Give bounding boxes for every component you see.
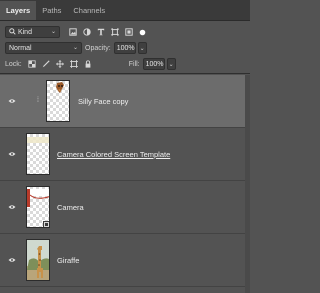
adjustment-filter-icon[interactable]: [82, 28, 91, 37]
lock-image-pixels-icon[interactable]: [42, 60, 51, 69]
filter-kind-dropdown[interactable]: Kind ⌄: [5, 26, 60, 38]
layer-list-scrollbar[interactable]: [245, 75, 250, 293]
layer-thumbnail[interactable]: [46, 80, 70, 122]
chevron-down-icon: ⌄: [50, 29, 56, 35]
visibility-eye-icon[interactable]: [8, 257, 16, 263]
lock-artboard-icon[interactable]: [70, 60, 79, 69]
visibility-eye-icon[interactable]: [8, 204, 16, 210]
lock-label: Lock:: [5, 60, 22, 68]
blend-mode-value: Normal: [9, 45, 32, 52]
layer-name[interactable]: Camera: [57, 203, 84, 212]
opacity-chevron-icon[interactable]: ⌄: [137, 42, 147, 54]
divider: [0, 73, 250, 74]
opacity-input[interactable]: 100%: [113, 42, 136, 54]
tab-layers[interactable]: Layers: [0, 1, 37, 20]
blend-row: Normal ⌄ Opacity: 100% ⌄: [0, 40, 250, 56]
blend-mode-dropdown[interactable]: Normal ⌄: [5, 42, 82, 54]
panel-tab-bar: Layers Paths Channels: [0, 0, 250, 21]
layer-thumbnail[interactable]: [26, 186, 50, 228]
tab-paths[interactable]: Paths: [36, 1, 67, 20]
visibility-eye-icon[interactable]: [8, 98, 16, 104]
link-chain-icon: ⁞: [37, 97, 39, 104]
tab-channels[interactable]: Channels: [67, 1, 111, 20]
layer-name[interactable]: Camera Colored Screen Template: [57, 150, 170, 159]
layer-row-camera[interactable]: Camera: [0, 181, 245, 234]
fill-chevron-icon[interactable]: ⌄: [166, 58, 176, 70]
search-icon: [9, 28, 18, 36]
layer-row-giraffe[interactable]: Giraffe: [0, 234, 245, 287]
lock-all-icon[interactable]: [84, 60, 93, 69]
chevron-down-icon: ⌄: [72, 45, 78, 51]
smart-object-filter-icon[interactable]: [124, 28, 133, 37]
fill-input[interactable]: 100%: [142, 58, 165, 70]
fill-label: Fill:: [128, 60, 140, 68]
shape-filter-icon[interactable]: [110, 28, 119, 37]
layer-row-silly-face-copy[interactable]: ⁞ Silly Face copy: [0, 75, 245, 128]
filter-toggle-icon[interactable]: [138, 28, 147, 37]
layer-name[interactable]: Giraffe: [57, 256, 79, 265]
filter-kind-label: Kind: [17, 29, 32, 36]
lock-transparent-pixels-icon[interactable]: [28, 60, 37, 69]
layer-thumbnail[interactable]: [26, 133, 50, 175]
opacity-label: Opacity:: [85, 44, 111, 52]
type-filter-icon[interactable]: [96, 28, 105, 37]
image-filter-icon[interactable]: [68, 28, 77, 37]
layer-name[interactable]: Silly Face copy: [78, 97, 128, 106]
filter-row: Kind ⌄: [0, 24, 250, 40]
lock-row: Lock: Fill: 100% ⌄: [0, 56, 250, 72]
layer-thumbnail[interactable]: [26, 239, 50, 281]
visibility-eye-icon[interactable]: [8, 151, 16, 157]
lock-position-icon[interactable]: [56, 60, 65, 69]
layer-row-camera-colored-screen-template[interactable]: Camera Colored Screen Template: [0, 128, 245, 181]
